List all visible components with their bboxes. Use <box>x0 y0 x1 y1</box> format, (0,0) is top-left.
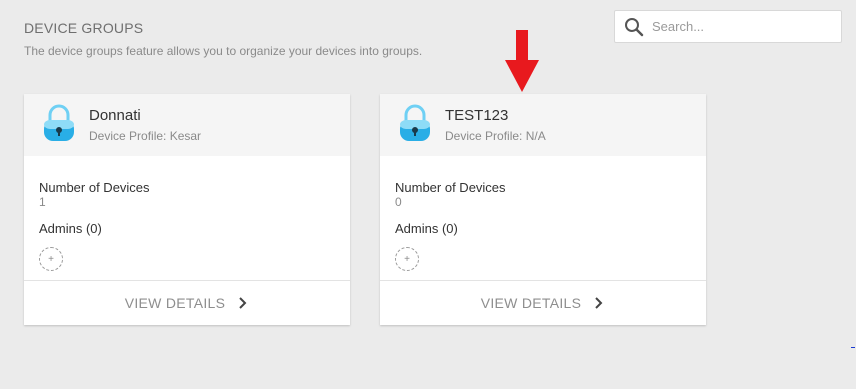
devices-label: Number of Devices <box>395 180 506 195</box>
add-admin-button[interactable]: + <box>39 247 63 271</box>
view-details-button[interactable]: VIEW DETAILS <box>380 281 706 325</box>
page-title: DEVICE GROUPS <box>24 20 144 36</box>
card-header: Donnati Device Profile: Kesar <box>24 94 350 156</box>
page-subtitle: The device groups feature allows you to … <box>24 44 423 58</box>
search-icon <box>624 17 644 37</box>
devices-label: Number of Devices <box>39 180 150 195</box>
device-group-card-donnati: Donnati Device Profile: Kesar Number of … <box>24 94 350 325</box>
chevron-right-icon <box>237 297 249 309</box>
view-details-label: VIEW DETAILS <box>480 295 582 311</box>
device-group-card-test123: TEST123 Device Profile: N/A Number of De… <box>380 94 706 325</box>
edge-mark <box>851 347 855 348</box>
view-details-label: VIEW DETAILS <box>124 295 226 311</box>
admins-label: Admins (0) <box>39 221 102 236</box>
devices-count: 1 <box>39 195 46 209</box>
search-input[interactable] <box>650 18 834 35</box>
lock-icon <box>400 104 430 141</box>
devices-count: 0 <box>395 195 402 209</box>
device-profile: Device Profile: Kesar <box>89 129 202 143</box>
group-name[interactable]: TEST123 <box>445 107 508 124</box>
card-header: TEST123 Device Profile: N/A <box>380 94 706 156</box>
lock-icon <box>44 104 74 141</box>
search-box[interactable] <box>614 10 842 43</box>
red-down-arrow-icon <box>505 30 539 92</box>
view-details-button[interactable]: VIEW DETAILS <box>24 281 350 325</box>
admins-label: Admins (0) <box>395 221 458 236</box>
chevron-right-icon <box>593 297 605 309</box>
group-name[interactable]: Donnati <box>89 107 141 124</box>
device-profile: Device Profile: N/A <box>445 129 546 143</box>
add-admin-button[interactable]: + <box>395 247 419 271</box>
